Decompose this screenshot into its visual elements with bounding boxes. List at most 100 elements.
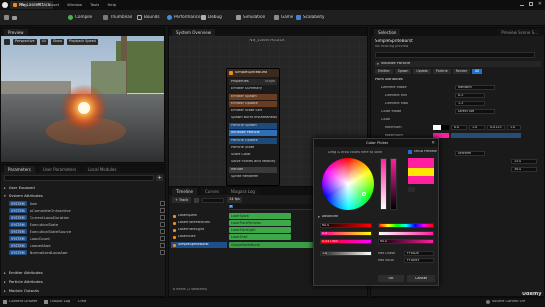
menu-window-item[interactable]: Window [67,3,82,7]
parameters-search[interactable] [4,175,154,181]
hue-field[interactable]: 327.6 [378,223,400,228]
filter-render[interactable]: Render [452,69,471,75]
section-header[interactable]: ▾ Initialize Particle [375,61,541,67]
tab-timeline[interactable]: Timeline [172,187,198,195]
srgb-preview-toggle[interactable]: sRGB Preview [408,150,437,154]
search-input[interactable] [202,197,225,203]
track-bar[interactable]: LaserFlareLight [229,227,291,233]
details-search[interactable] [375,52,535,58]
bounds-button[interactable]: Bounds [137,13,160,22]
sprite-size-min-field[interactable]: 15.0 [511,159,537,164]
lifetime-max-field[interactable]: 1.3 [455,101,485,106]
node-section-row[interactable]: Particle Update [229,138,277,144]
parameter-checkbox[interactable] [160,208,165,213]
track-row[interactable]: LaserFlareParticles [171,220,227,226]
parameter-checkbox[interactable] [160,236,165,241]
cmd-button[interactable]: Cmd [78,300,86,304]
track-bar[interactable]: LaserFlareParticles [229,220,291,226]
perspective-button[interactable]: Perspective [13,39,37,45]
add-track-button[interactable]: + Track [172,197,192,203]
filter-icon[interactable] [194,197,200,203]
node-selected-row[interactable]: Initialize Particle [229,130,277,136]
node-properties-row[interactable]: Properties Stage [229,79,277,85]
tab-selection[interactable]: Selection [374,28,401,36]
source-control-button[interactable]: Source Control Off [486,300,525,304]
track-bar[interactable]: LaserShell [229,234,291,240]
max-color-fields[interactable] [451,133,521,138]
value-field[interactable]: 60.0 [378,239,400,244]
scalability-button[interactable]: Scalability [296,13,325,22]
section-user-exposed[interactable]: ▸ User Exposed [4,184,164,191]
list-item[interactable]: SYSTEM Age [9,200,169,207]
emitter-node[interactable]: SimpleSpriteBurst Properties Stage Emitte… [226,68,280,186]
list-item[interactable]: SYSTEM bCompleteOnInactive [9,207,169,214]
list-item[interactable]: SYSTEM LoopedAge [9,242,169,249]
node-section-row[interactable]: Render [229,167,277,173]
track-row-selected[interactable]: SimpleSpriteBurst [171,242,227,248]
menu-edit-item[interactable]: Edit [33,3,40,7]
debug-button[interactable]: Debug [201,13,222,22]
wheel-handle[interactable] [362,192,366,196]
list-item[interactable]: SYSTEM NormalizedLoopAge [9,249,169,256]
sprite-size-mode-dropdown[interactable]: Uniform [455,151,485,156]
section-emitter-attributes[interactable]: ▸ Emitter Attributes [4,269,164,276]
filter-all[interactable]: All [472,69,483,75]
node-row[interactable]: Scale Color [229,152,277,158]
tab-local-modules[interactable]: Local Modules [84,165,121,173]
sprite-size-max-field[interactable]: 30.0 [511,167,537,172]
compile-button[interactable]: Compile [68,13,92,22]
track-row[interactable]: LaserSpark [171,213,227,219]
color-wheel[interactable] [322,158,374,210]
node-section-row[interactable]: Emitter Update [229,101,277,107]
menu-file-item[interactable]: File [19,3,25,7]
color-mode-dropdown[interactable]: Direct Set [455,109,495,114]
content-drawer-button[interactable]: Content Drawer [3,300,38,304]
track-row[interactable]: LaserFlareLight [171,227,227,233]
filter-update[interactable]: Update [413,69,431,75]
node-section-row[interactable]: Emitter Spawn [229,94,277,100]
filter-spawn[interactable]: Spawn [394,69,412,75]
list-item[interactable]: SYSTEM ExecutionStateSource [9,228,169,235]
node-row[interactable]: Sprite Renderer [229,174,277,180]
maximize-icon[interactable] [528,2,533,6]
tab-preview[interactable]: Preview [4,28,28,36]
tab-niagara-log[interactable]: Niagara Log [226,187,259,195]
ok-button[interactable]: OK [378,275,404,282]
section-module-outputs[interactable]: ▸ Module Outputs [4,287,164,294]
browse-button[interactable] [12,13,17,22]
value-slider[interactable] [390,158,397,210]
menu-help-item[interactable]: Help [107,3,116,7]
add-parameter-icon[interactable]: + [156,175,163,181]
hex-linear-field[interactable]: FF002E [404,251,434,256]
green-field[interactable]: 0.0 [320,231,340,236]
node-row[interactable]: Spawn Burst Instantaneous [229,115,277,121]
playback-speed-button[interactable]: Playback Speed [66,39,98,45]
viewport-menu-button[interactable] [4,39,10,45]
close-icon[interactable]: ✕ [538,2,542,7]
blue-field[interactable]: 0.047364 [320,239,340,244]
alpha-field[interactable]: 1.0 [320,251,340,256]
tab-system-overview[interactable]: System Overview [172,28,216,36]
lit-button[interactable]: Lit [39,39,48,45]
lifetime-min-field[interactable]: 0.3 [455,93,485,98]
saturation-slider[interactable] [380,158,387,210]
lifetime-mode-dropdown[interactable]: Random [455,85,495,90]
section-system-attributes[interactable]: ▾ System Attributes [4,192,164,199]
save-button[interactable] [4,13,9,22]
color-b-field[interactable]: 0.0125 [487,125,505,130]
filter-particle[interactable]: Particle [432,69,451,75]
close-icon[interactable]: ✕ [431,141,435,146]
simulation-button[interactable]: Simulation [236,13,265,22]
hex-srgb-field[interactable]: FF0093 [404,258,434,263]
preview-viewport[interactable]: Preview Perspective Lit Show Playback Sp… [0,27,165,163]
cancel-button[interactable]: Cancel [407,275,435,282]
output-log-button[interactable]: Output Log [44,300,70,304]
tab-preview-scene[interactable]: Preview Scene S... [497,28,542,36]
parameter-checkbox[interactable] [160,201,165,206]
advanced-section[interactable]: ▾ Advanced [318,215,338,219]
show-button[interactable]: Show [50,39,64,45]
node-row[interactable]: Emitter Summary [229,86,277,92]
game-button[interactable]: Game [274,13,293,22]
parameter-checkbox[interactable] [160,215,165,220]
saturation-field[interactable]: 1.0 [378,231,400,236]
